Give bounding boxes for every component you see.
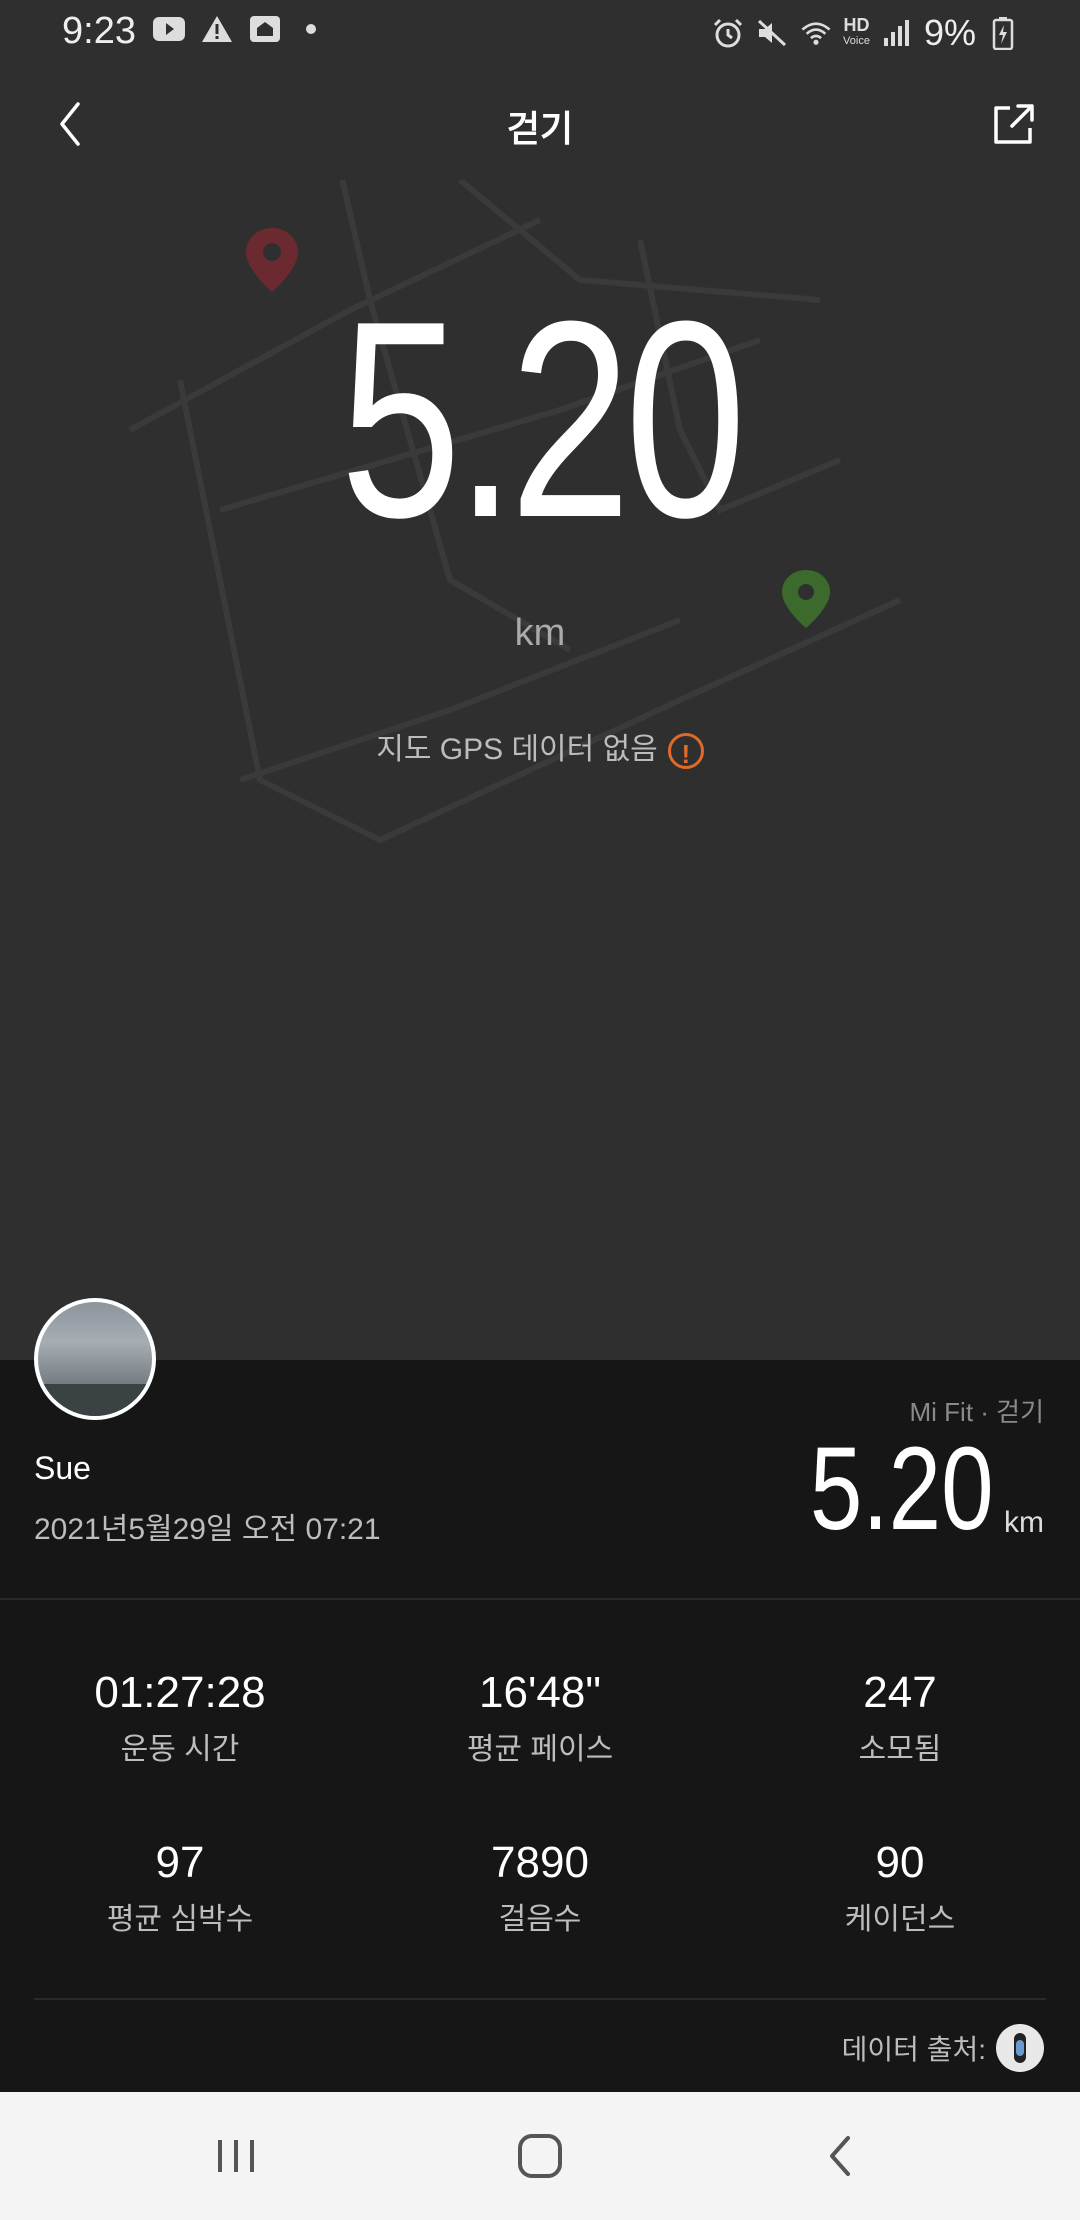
stat-label: 평균 심박수 <box>106 1903 254 1936</box>
smart-home-icon <box>248 14 282 44</box>
stat-steps: 7890 걸음수 <box>360 1838 720 1938</box>
wifi-icon <box>799 18 833 48</box>
workout-date: 2021년5월29일 오전 07:21 <box>34 1513 381 1546</box>
stat-label: 평균 페이스 <box>466 1733 614 1766</box>
gps-note-text: 지도 GPS 데이터 없음 <box>376 733 658 766</box>
stat-value: 16'48" <box>479 1668 601 1717</box>
system-icons: HD Voice 9% <box>711 12 1020 54</box>
stat-value: 247 <box>863 1668 937 1717</box>
stat-label: 운동 시간 <box>120 1733 240 1766</box>
home-icon <box>518 2134 562 2178</box>
voice-label: Voice <box>843 35 870 47</box>
back-icon <box>830 2136 850 2176</box>
stat-value: 90 <box>875 1838 925 1887</box>
hd-voice-icon: HD Voice <box>843 15 870 49</box>
stat-cadence: 90 케이던스 <box>720 1838 1080 1938</box>
status-time: 9:23 <box>62 10 136 52</box>
user-name: Sue <box>34 1450 91 1486</box>
notification-icons <box>152 14 316 44</box>
share-button[interactable] <box>984 94 1044 154</box>
stat-heart-rate: 97 평균 심박수 <box>0 1838 360 1938</box>
divider <box>0 1598 1080 1600</box>
fitness-band-icon <box>996 2024 1044 2072</box>
more-notifications-icon <box>306 24 316 34</box>
recent-apps-button[interactable] <box>206 2126 266 2186</box>
stat-calories: 247 소모됨 <box>720 1668 1080 1768</box>
page-title: 걷기 <box>506 108 574 149</box>
summary-unit: km <box>1004 1506 1044 1539</box>
stat-pace: 16'48" 평균 페이스 <box>360 1668 720 1768</box>
alarm-icon <box>711 18 745 48</box>
youtube-icon <box>152 14 186 44</box>
home-button[interactable] <box>510 2126 570 2186</box>
hd-label: HD <box>843 15 870 35</box>
app-bar: 걷기 <box>0 84 1080 164</box>
recent-apps-icon <box>218 2140 254 2172</box>
stat-duration: 01:27:28 운동 시간 <box>0 1668 360 1768</box>
data-source-label: 데이터 출처: <box>841 2034 986 2065</box>
stat-value: 01:27:28 <box>94 1668 266 1717</box>
stat-value: 7890 <box>491 1838 589 1887</box>
battery-charging-icon <box>986 17 1020 50</box>
stat-value: 97 <box>155 1838 205 1887</box>
nav-back-button[interactable] <box>812 2126 872 2186</box>
status-bar: 9:23 HD Voice 9% <box>0 0 1080 64</box>
system-nav-bar <box>0 2092 1080 2220</box>
warning-icon <box>200 14 234 44</box>
battery-percent: 9% <box>923 12 976 53</box>
avatar[interactable] <box>34 1298 156 1420</box>
stat-label: 소모됨 <box>858 1733 942 1766</box>
hero-distance: 5.20 <box>339 264 746 576</box>
stat-label: 걸음수 <box>498 1903 582 1936</box>
hero-unit: km <box>514 612 566 654</box>
data-source[interactable]: 데이터 출처: <box>842 2024 1044 2072</box>
mute-icon <box>755 18 789 48</box>
divider <box>34 1998 1046 2000</box>
summary-distance: 5.20 <box>810 1423 994 1555</box>
share-icon <box>994 104 1034 144</box>
warning-info-icon[interactable]: ! <box>667 733 704 770</box>
gps-note: 지도 GPS 데이터 없음! <box>0 724 1080 770</box>
signal-icon <box>880 18 914 48</box>
stat-label: 케이던스 <box>844 1903 956 1936</box>
